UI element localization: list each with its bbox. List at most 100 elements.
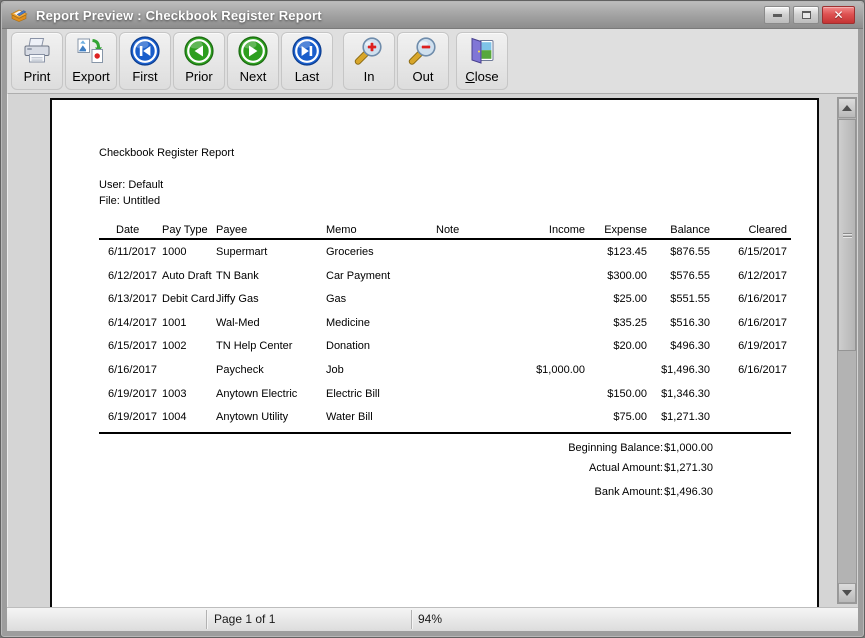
summary-row: Actual Amount: $1,271.30	[52, 462, 817, 476]
cell-payee: Jiffy Gas	[216, 293, 259, 305]
scroll-up-button[interactable]	[838, 98, 856, 118]
cell-date: 6/16/2017	[108, 364, 157, 376]
last-label: Last	[295, 69, 320, 84]
window-title: Report Preview : Checkbook Register Repo…	[36, 8, 322, 23]
preview-area: Checkbook Register Report User: Default …	[7, 93, 858, 607]
cell-date: 6/14/2017	[108, 317, 157, 329]
cell-pay-type: 1000	[162, 246, 186, 258]
status-bar: Page 1 of 1 94%	[7, 607, 858, 631]
cell-expense: $75.00	[613, 411, 647, 423]
cell-expense: $150.00	[607, 388, 647, 400]
table-row: 6/15/2017 1002 TN Help Center Donation $…	[52, 340, 817, 354]
summary-value: $1,496.30	[664, 486, 713, 498]
cell-cleared: 6/16/2017	[738, 364, 787, 376]
print-label: Print	[24, 69, 51, 84]
close-window-button[interactable]: ✕	[822, 6, 855, 24]
cell-cleared: 6/15/2017	[738, 246, 787, 258]
cell-pay-type: 1004	[162, 411, 186, 423]
cell-payee: Anytown Electric	[216, 388, 297, 400]
zoom-in-label: In	[364, 69, 375, 84]
cell-date: 6/19/2017	[108, 388, 157, 400]
first-label: First	[132, 69, 157, 84]
toolbar: Print Export	[7, 29, 858, 93]
cell-date: 6/11/2017	[108, 246, 156, 258]
zoom-out-button[interactable]: Out	[397, 32, 449, 90]
cell-payee: Anytown Utility	[216, 411, 288, 423]
col-header-note: Note	[436, 224, 459, 236]
cell-cleared: 6/16/2017	[738, 293, 787, 305]
prior-button[interactable]: Prior	[173, 32, 225, 90]
maximize-button[interactable]	[793, 6, 819, 24]
cell-memo: Car Payment	[326, 270, 390, 282]
cell-balance: $576.55	[670, 270, 710, 282]
cell-expense: $25.00	[613, 293, 647, 305]
summary-value: $1,271.30	[664, 462, 713, 474]
report-preview-window: Report Preview : Checkbook Register Repo…	[0, 0, 865, 638]
page-indicator: Page 1 of 1	[214, 612, 275, 626]
export-button[interactable]: Export	[65, 32, 117, 90]
col-header-date: Date	[116, 224, 139, 236]
report-page: Checkbook Register Report User: Default …	[50, 98, 819, 607]
minimize-button[interactable]	[764, 6, 790, 24]
cell-payee: Supermart	[216, 246, 267, 258]
zoom-out-label: Out	[413, 69, 434, 84]
statusbar-divider	[411, 610, 412, 629]
prior-page-icon	[183, 35, 215, 67]
cell-pay-type: Debit Card	[162, 293, 215, 305]
summary-value: $1,000.00	[664, 442, 713, 454]
printer-icon	[21, 35, 53, 67]
cell-cleared: 6/16/2017	[738, 317, 787, 329]
cell-memo: Job	[326, 364, 344, 376]
cell-income: $1,000.00	[536, 364, 585, 376]
arrow-down-icon	[842, 590, 852, 596]
cell-payee: TN Bank	[216, 270, 259, 282]
cell-balance: $551.55	[670, 293, 710, 305]
cell-memo: Medicine	[326, 317, 370, 329]
last-button[interactable]: Last	[281, 32, 333, 90]
cell-pay-type: 1003	[162, 388, 186, 400]
print-button[interactable]: Print	[11, 32, 63, 90]
scrollbar-thumb[interactable]	[838, 119, 856, 351]
table-bottom-rule	[99, 432, 791, 434]
next-page-icon	[237, 35, 269, 67]
col-header-balance: Balance	[670, 224, 710, 236]
cell-balance: $876.55	[670, 246, 710, 258]
cell-payee: Paycheck	[216, 364, 264, 376]
title-bar[interactable]: Report Preview : Checkbook Register Repo…	[2, 2, 863, 29]
cell-cleared: 6/12/2017	[738, 270, 787, 282]
cell-memo: Gas	[326, 293, 346, 305]
maximize-icon	[802, 11, 811, 19]
checkbook-app-icon	[9, 5, 29, 25]
close-icon: ✕	[833, 9, 843, 21]
first-button[interactable]: First	[119, 32, 171, 90]
scroll-down-button[interactable]	[838, 583, 856, 603]
cell-pay-type: Auto Draft	[162, 270, 212, 282]
zoom-in-button[interactable]: In	[343, 32, 395, 90]
cell-balance: $1,346.30	[661, 388, 710, 400]
last-page-icon	[291, 35, 323, 67]
arrow-up-icon	[842, 105, 852, 111]
cell-balance: $1,271.30	[661, 411, 710, 423]
summary-row: Beginning Balance: $1,000.00	[52, 442, 817, 456]
cell-expense: $35.25	[613, 317, 647, 329]
minimize-icon	[773, 14, 782, 17]
col-header-expense: Expense	[604, 224, 647, 236]
col-header-paytype: Pay Type	[162, 224, 208, 236]
col-header-payee: Payee	[216, 224, 247, 236]
cell-date: 6/19/2017	[108, 411, 157, 423]
next-label: Next	[240, 69, 267, 84]
close-button[interactable]: Close	[456, 32, 508, 90]
cell-balance: $1,496.30	[661, 364, 710, 376]
next-button[interactable]: Next	[227, 32, 279, 90]
vertical-scrollbar[interactable]	[837, 97, 857, 604]
prior-label: Prior	[185, 69, 212, 84]
cell-memo: Electric Bill	[326, 388, 380, 400]
table-row: 6/14/2017 1001 Wal-Med Medicine $35.25 $…	[52, 317, 817, 331]
header-rule	[99, 238, 791, 240]
col-header-cleared: Cleared	[748, 224, 787, 236]
cell-date: 6/12/2017	[108, 270, 157, 282]
summary-label: Beginning Balance:	[568, 442, 663, 454]
thumb-grip	[843, 236, 852, 237]
table-row: 6/19/2017 1004 Anytown Utility Water Bil…	[52, 411, 817, 425]
summary-label: Bank Amount:	[595, 486, 664, 498]
